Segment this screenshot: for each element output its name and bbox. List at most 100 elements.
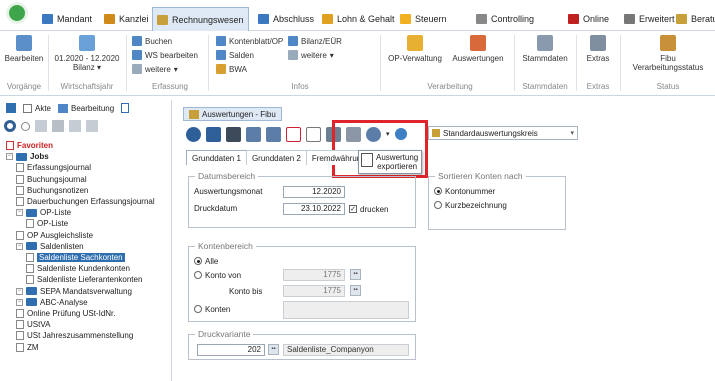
- main-area: Auswertungen - Fibu ▾ Standardauswertung…: [178, 102, 715, 381]
- pane-toggle-icon[interactable]: [121, 103, 130, 113]
- settings-print-icon[interactable]: [246, 126, 261, 142]
- tab-icon: [568, 14, 579, 24]
- expand-icon[interactable]: [69, 120, 81, 132]
- auswertungskreis-select[interactable]: Standardauswertungskreis ▾: [428, 126, 578, 140]
- group-vorgaenge: Vorgänge: [6, 82, 42, 91]
- tree-item[interactable]: OP Ausgleichsliste: [16, 230, 93, 241]
- new-icon[interactable]: [35, 120, 47, 132]
- tab-erweitert[interactable]: Erweitert: [620, 9, 679, 29]
- document-icon: [26, 264, 34, 274]
- extras-button[interactable]: Extras: [580, 35, 616, 63]
- group-verarbeitung: Verarbeitung: [427, 82, 473, 91]
- tree-item[interactable]: UStVA: [16, 319, 50, 330]
- tab-abschluss[interactable]: Abschluss: [254, 9, 318, 29]
- collapse-icon[interactable]: −: [16, 287, 23, 295]
- print-icon[interactable]: [226, 126, 241, 142]
- scale-icon: [288, 36, 298, 46]
- navigation-pane: Akte Bearbeitung Favoriten − Jobs Erfassung…: [0, 100, 172, 381]
- konto-von-input[interactable]: 1775: [283, 269, 345, 281]
- binoculars-icon[interactable]: ▪▪: [350, 285, 361, 296]
- tab-rechnungswesen[interactable]: Rechnungswesen: [152, 7, 249, 31]
- binoculars-icon[interactable]: ▪▪: [350, 269, 361, 280]
- master-data-icon: [537, 35, 553, 51]
- tree-item[interactable]: USt Jahreszusammenstellung: [16, 330, 133, 341]
- calendar-icon: [79, 35, 95, 51]
- app-logo[interactable]: [6, 2, 28, 24]
- wirtschaftsjahr-button[interactable]: 01.2020 - 12.2020 Bilanz ▾: [52, 35, 122, 72]
- bwa-button[interactable]: BWA: [216, 64, 247, 74]
- collapse-icon[interactable]: [86, 120, 98, 132]
- tab-akte[interactable]: Akte: [35, 104, 51, 113]
- tree-item[interactable]: − OP-Liste: [16, 207, 71, 218]
- tab-bearbeitung[interactable]: Bearbeitung: [71, 104, 114, 113]
- bilanz-eur-button[interactable]: Bilanz/EÜR: [288, 36, 342, 46]
- tab-beratung[interactable]: Beratung: [672, 9, 715, 29]
- tree-item[interactable]: Saldenliste Lieferantenkonten: [26, 274, 142, 285]
- weitere-infos-button[interactable]: weitere ▾: [288, 50, 334, 60]
- tab-grunddaten-1[interactable]: Grunddaten 1: [186, 150, 247, 165]
- search-icon[interactable]: [21, 121, 30, 131]
- konto-von-radio[interactable]: [194, 271, 202, 279]
- druckdatum-input[interactable]: 23.10.2022: [283, 203, 345, 215]
- mail-icon[interactable]: [306, 126, 321, 142]
- kontonummer-radio[interactable]: [434, 187, 442, 195]
- konten-radio[interactable]: [194, 305, 202, 313]
- stammdaten-button[interactable]: Stammdaten: [518, 35, 572, 63]
- alle-radio[interactable]: [194, 257, 202, 265]
- tree-item[interactable]: Saldenliste Kundenkonten: [26, 263, 130, 274]
- buchen-button[interactable]: Buchen: [132, 36, 172, 46]
- tree-item[interactable]: − SEPA Mandatsverwaltung: [16, 286, 132, 297]
- tab-mandant[interactable]: Mandant: [38, 9, 96, 29]
- tree-item[interactable]: Dauerbuchungen Erfassungsjournal: [16, 196, 155, 207]
- more-icon: [288, 50, 298, 60]
- tab-online[interactable]: Online: [564, 9, 613, 29]
- weitere-erfassung-button[interactable]: weitere ▾: [132, 64, 178, 74]
- konto-bis-input[interactable]: 1775: [283, 285, 345, 297]
- pane-toolbar: [4, 120, 98, 132]
- tree-item[interactable]: ZM: [16, 342, 39, 353]
- konten-input[interactable]: [283, 301, 409, 319]
- save-icon[interactable]: [186, 126, 201, 142]
- document-tab[interactable]: Auswertungen - Fibu: [183, 107, 282, 121]
- print-preview-icon[interactable]: [206, 126, 221, 142]
- target-icon[interactable]: [4, 120, 16, 132]
- fibu-status-button[interactable]: Fibu Verarbeitungsstatus: [624, 35, 712, 72]
- bearbeiten-button[interactable]: Bearbeiten: [4, 35, 44, 63]
- salden-button[interactable]: Salden: [216, 50, 254, 60]
- tab-grunddaten-2[interactable]: Grunddaten 2: [245, 150, 307, 165]
- collapse-icon[interactable]: −: [6, 153, 13, 161]
- tab-lohn-gehalt[interactable]: Lohn & Gehalt: [318, 9, 399, 29]
- tree-item[interactable]: Online Prüfung USt-IdNr.: [16, 308, 115, 319]
- kurzbezeichnung-radio[interactable]: [434, 201, 442, 209]
- copy-icon[interactable]: [266, 126, 281, 142]
- kontenbereich-group: Kontenbereich Alle Konto von 1775 ▪▪ Kon…: [188, 241, 416, 322]
- auswertungsmonat-input[interactable]: 12.2020: [283, 186, 345, 198]
- collapse-icon[interactable]: −: [16, 209, 23, 217]
- tab-steuern[interactable]: Steuern: [396, 9, 451, 29]
- pdf-icon[interactable]: [286, 126, 301, 142]
- tree-item[interactable]: Erfassungsjournal: [16, 162, 91, 173]
- op-verwaltung-button[interactable]: OP-Verwaltung: [384, 35, 446, 63]
- tree-item[interactable]: OP-Liste: [26, 218, 68, 229]
- tree-item[interactable]: Saldenliste Sachkonten: [26, 252, 125, 263]
- tree-item[interactable]: − ABC-Analyse: [16, 297, 88, 308]
- druckvariante-nr-input[interactable]: 202: [197, 344, 265, 356]
- drucken-checkbox[interactable]: ✓: [349, 205, 357, 213]
- tab-controlling[interactable]: Controlling: [472, 9, 538, 29]
- collapse-icon[interactable]: −: [16, 298, 23, 306]
- auswertungen-button[interactable]: Auswertungen: [448, 35, 508, 63]
- home-icon[interactable]: [6, 103, 16, 113]
- more-icon: [132, 64, 142, 74]
- document-icon: [16, 309, 24, 318]
- kontenblatt-button[interactable]: Kontenblatt/OP: [216, 36, 283, 46]
- ws-bearbeiten-button[interactable]: WS bearbeiten: [132, 50, 198, 60]
- tree-item[interactable]: − Saldenlisten: [16, 241, 84, 252]
- tree-item[interactable]: Favoriten: [6, 140, 53, 151]
- tree-item[interactable]: Buchungsjournal: [16, 174, 87, 185]
- tree-item[interactable]: Buchungsnotizen: [16, 185, 88, 196]
- delete-icon[interactable]: [52, 120, 64, 132]
- binoculars-icon[interactable]: ▪▪: [268, 344, 279, 355]
- tree-item[interactable]: − Jobs: [6, 151, 49, 162]
- collapse-icon[interactable]: −: [16, 242, 23, 250]
- tab-kanzlei[interactable]: Kanzlei: [100, 9, 153, 29]
